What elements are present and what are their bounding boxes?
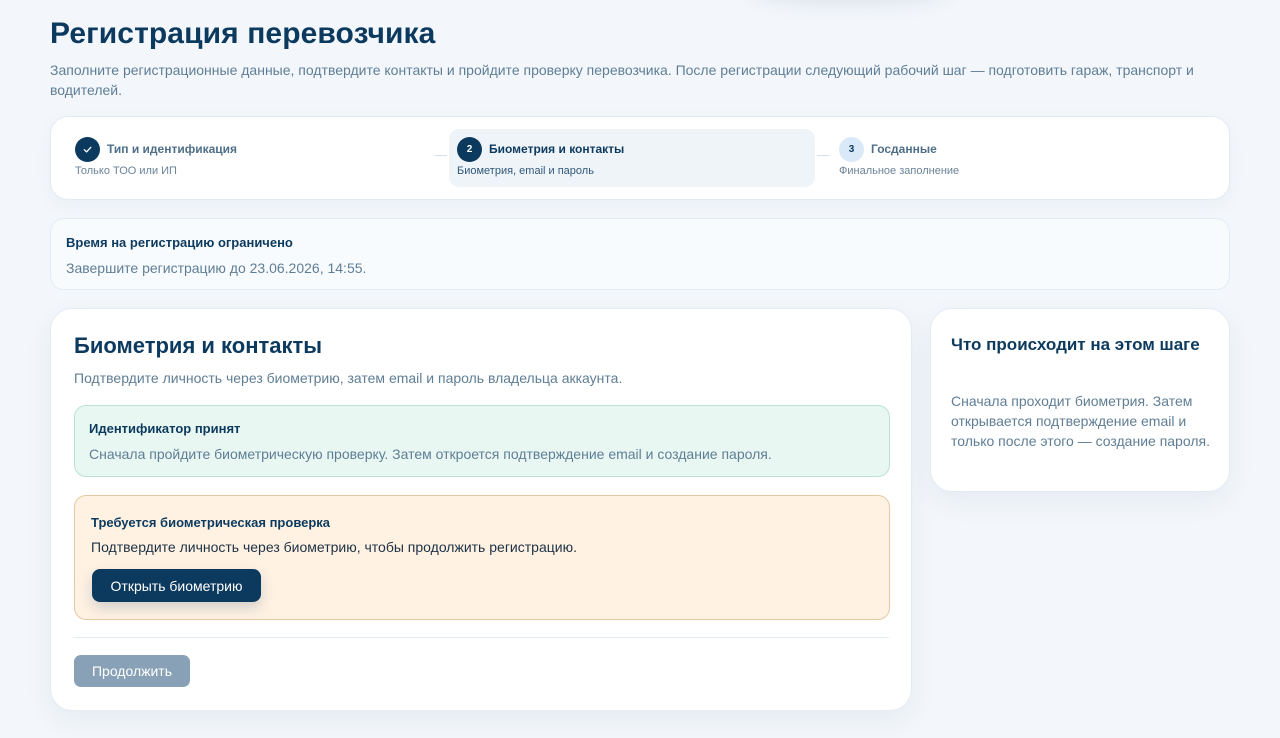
check-icon [83,146,92,153]
step-done-circle [75,137,100,162]
card-subtitle: Подтвердите личность через биометрию, за… [74,370,623,386]
biometry-required-alert: Требуется биометрическая проверка Подтве… [74,495,890,620]
page-title: Регистрация перевозчика [50,17,436,50]
step-title: Тип и идентификация [107,142,238,156]
step-subtitle: Биометрия, email и пароль [457,165,594,177]
step-info-card: Что происходит на этом шаге Сначала прох… [930,308,1230,492]
step-title: Биометрия и контакты [489,142,625,156]
alert-title: Требуется биометрическая проверка [91,515,331,530]
divider [73,637,889,638]
registration-stepper: Тип и идентификация Только ТОО или ИП 2 … [50,116,1230,200]
registration-timer-notice: Время на регистрацию ограничено Завершит… [50,218,1230,290]
step-subtitle: Финальное заполнение [839,165,960,177]
step-connector [817,155,829,156]
step-biometry-contacts[interactable]: 2 Биометрия и контакты Биометрия, email … [449,129,815,187]
step-connector [435,155,447,156]
info-title: Что происходит на этом шаге [951,335,1200,354]
alert-text: Сначала пройдите биометрическую проверку… [89,446,772,462]
timer-text: Завершите регистрацию до 23.06.2026, 14:… [66,260,367,276]
biometry-contacts-card: Биометрия и контакты Подтвердите личност… [50,308,912,711]
alert-text: Подтвердите личность через биометрию, чт… [91,539,577,555]
step-subtitle: Только ТОО или ИП [75,165,177,177]
identifier-accepted-alert: Идентификатор принят Сначала пройдите би… [74,405,890,477]
step-state-data[interactable]: 3 Госданные Финальное заполнение [831,129,1191,187]
card-title: Биометрия и контакты [74,333,323,358]
alert-title: Идентификатор принят [89,421,241,436]
timer-title: Время на регистрацию ограничено [66,235,293,250]
step-number-badge: 2 [457,137,482,162]
step-type-identification[interactable]: Тип и идентификация Только ТОО или ИП [67,129,427,187]
continue-button[interactable]: Продолжить [74,655,190,687]
info-text: Сначала проходит биометрия. Затем открыв… [951,393,1210,449]
open-biometry-button[interactable]: Открыть биометрию [92,569,261,602]
step-number-badge: 3 [839,137,864,162]
page-subtitle: Заполните регистрационные данные, подтве… [50,62,1194,98]
step-title: Госданные [871,142,937,156]
